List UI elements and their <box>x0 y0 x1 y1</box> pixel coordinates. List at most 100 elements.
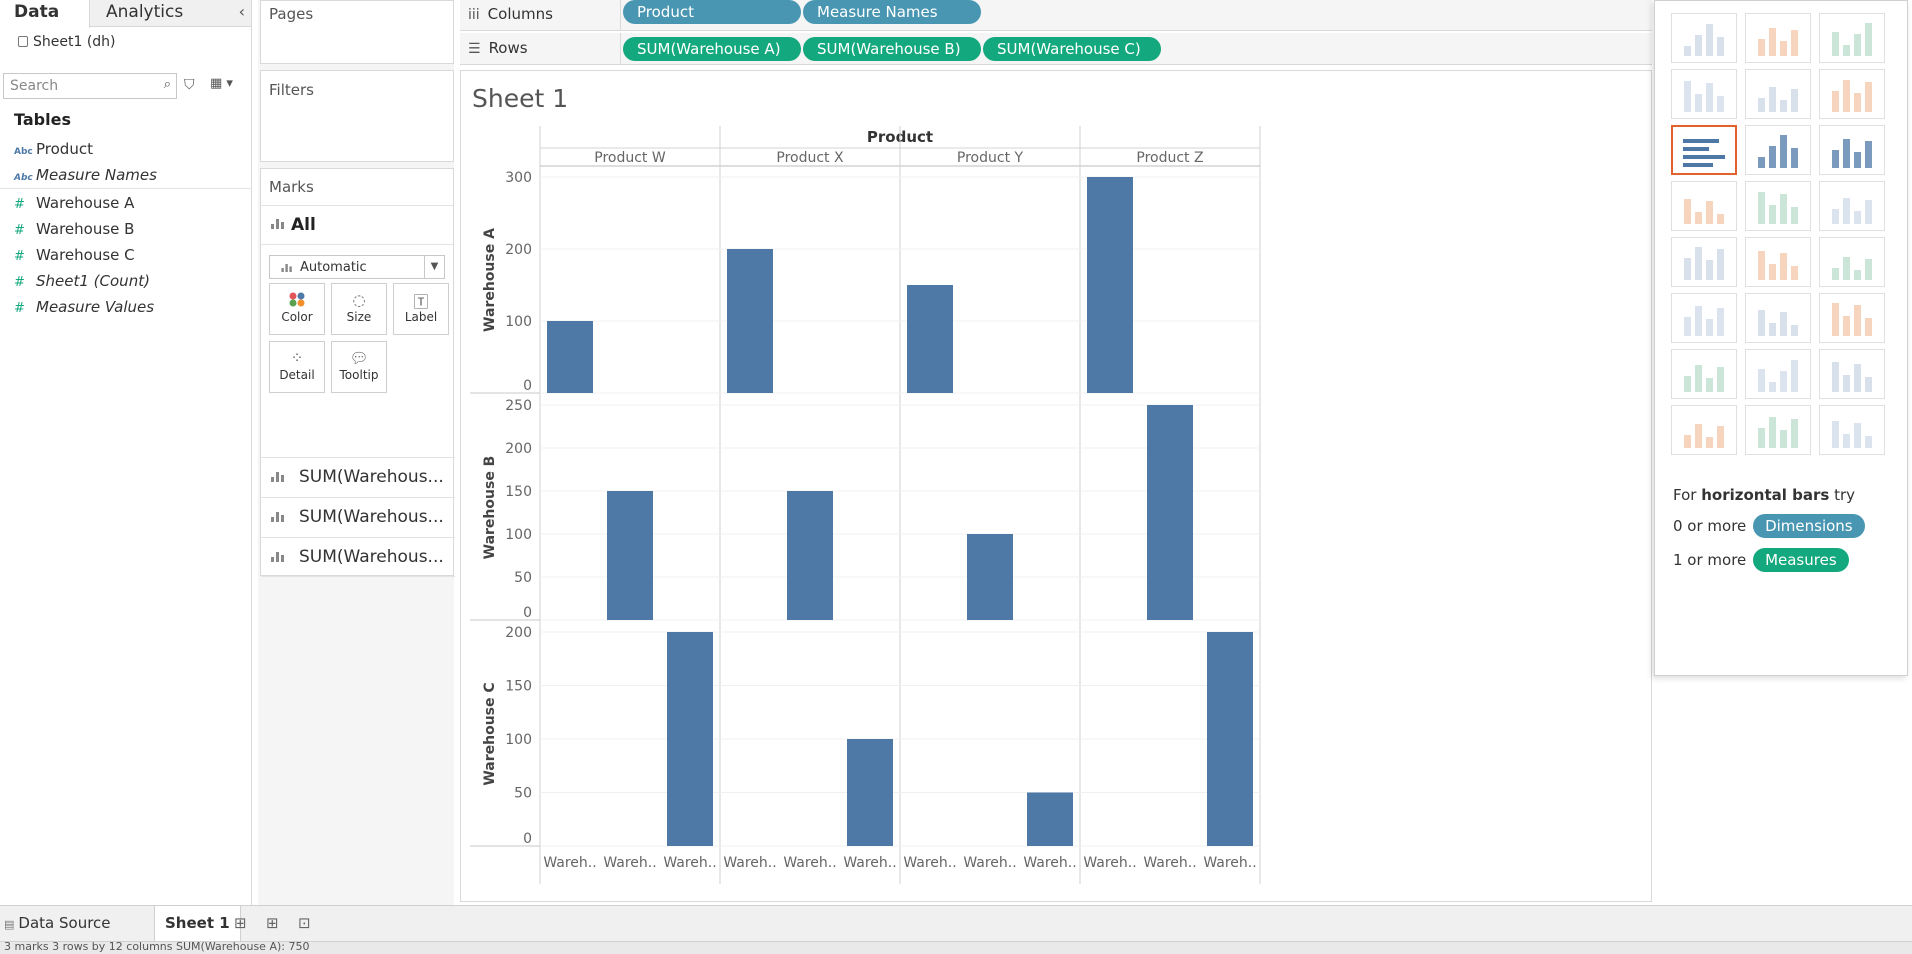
tooltip-icon: 💬︎ <box>349 349 369 367</box>
pill-product[interactable]: Product <box>623 0 801 24</box>
tab-analytics[interactable]: Analytics <box>92 0 197 27</box>
dimensions-requirement: 0 or more Dimensions <box>1673 514 1865 538</box>
field-item[interactable]: Abc Measure Names <box>14 164 157 186</box>
marks-all-label: All <box>291 215 316 235</box>
chart-type-thumbnail[interactable] <box>1819 293 1885 343</box>
chart-type-thumbnail[interactable] <box>1745 69 1811 119</box>
mark-type-dropdown[interactable]: Automatic ▼ <box>269 255 445 279</box>
chart-type-thumbnail[interactable] <box>1671 405 1737 455</box>
chart-type-icon <box>1832 23 1872 56</box>
field-item[interactable]: # Warehouse A <box>14 192 134 214</box>
chart-type-thumbnail[interactable] <box>1671 69 1737 119</box>
pill-sum-warehouse-b[interactable]: SUM(Warehouse B) <box>803 37 981 61</box>
chart-type-thumbnail[interactable] <box>1671 125 1737 175</box>
dimension-type-icon: Abc <box>14 173 33 183</box>
chart-type-icon <box>1684 306 1724 336</box>
measure-type-icon: # <box>14 301 25 316</box>
field-name: Measure Values <box>36 298 155 316</box>
search-input[interactable]: Search ⌕ <box>3 73 177 99</box>
columns-shelf[interactable]: iii Columns Product Measure Names <box>460 0 1652 31</box>
chart-type-thumbnail[interactable] <box>1819 349 1885 399</box>
chart-type-icon <box>1684 199 1724 224</box>
chevron-down-icon: ▼ <box>424 256 444 278</box>
chart-type-thumbnail[interactable] <box>1745 293 1811 343</box>
dimensions-pill: Dimensions <box>1753 514 1865 538</box>
chart-type-icon <box>1758 310 1798 336</box>
chart-type-icon <box>1683 139 1725 167</box>
measure-type-icon: # <box>14 275 25 290</box>
label-label: Label <box>404 310 438 324</box>
chart-type-icon <box>1684 81 1724 112</box>
new-dashboard-icon[interactable]: ⊞ <box>266 906 279 941</box>
rows-icon: ☰ <box>468 41 481 57</box>
size-button[interactable]: ◌ Size <box>331 283 387 335</box>
tab-data[interactable]: Data <box>0 0 90 28</box>
data-source-tab[interactable]: ▤ Data Source <box>4 906 111 941</box>
filter-icon[interactable]: ⛉ <box>184 77 195 93</box>
chart-type-thumbnail[interactable] <box>1745 13 1811 63</box>
measure-pill-warehouse-a[interactable]: SUM(Warehous... <box>261 457 455 497</box>
chart-type-thumbnail[interactable] <box>1745 405 1811 455</box>
shelf-divider <box>620 33 621 64</box>
chart-type-thumbnail[interactable] <box>1745 181 1811 231</box>
marks-all-tab[interactable]: All <box>261 205 453 245</box>
chart-type-thumbnail[interactable] <box>1819 181 1885 231</box>
label-button[interactable]: 🅃 Label <box>393 283 449 335</box>
chart-type-icon <box>1758 87 1798 112</box>
field-item[interactable]: # Measure Values <box>14 296 154 318</box>
pill-sum-warehouse-a[interactable]: SUM(Warehouse A) <box>623 37 801 61</box>
tooltip-label: Tooltip <box>339 368 379 382</box>
sheet-title[interactable]: Sheet 1 <box>472 84 568 113</box>
pages-card-title: Pages <box>269 5 314 23</box>
detail-label: Detail <box>279 368 315 382</box>
color-label: Color <box>281 310 313 324</box>
field-item[interactable]: # Warehouse C <box>14 244 135 266</box>
measure-pill-warehouse-c[interactable]: SUM(Warehous... <box>261 537 455 577</box>
sheet-tab[interactable]: Sheet 1 <box>154 906 241 941</box>
measure-pill-label: SUM(Warehous... <box>299 467 444 487</box>
chart-type-thumbnail[interactable] <box>1819 237 1885 287</box>
new-worksheet-icon[interactable]: ⊞ <box>234 906 247 941</box>
chart-type-thumbnail[interactable] <box>1671 349 1737 399</box>
pill-measure-names[interactable]: Measure Names <box>803 0 981 24</box>
sheet-canvas[interactable] <box>460 70 1652 902</box>
chart-type-thumbnail[interactable] <box>1745 237 1811 287</box>
new-story-icon[interactable]: ⊡ <box>298 906 311 941</box>
chart-type-thumbnail[interactable] <box>1671 13 1737 63</box>
measure-pill-warehouse-b[interactable]: SUM(Warehous... <box>261 497 455 537</box>
data-source-item[interactable]: Sheet1 (dh) <box>18 34 116 50</box>
chart-type-thumbnail[interactable] <box>1819 405 1885 455</box>
tooltip-button[interactable]: 💬︎ Tooltip <box>331 341 387 393</box>
chart-type-thumbnail[interactable] <box>1671 181 1737 231</box>
chart-type-thumbnail[interactable] <box>1671 293 1737 343</box>
chart-type-thumbnail[interactable] <box>1745 125 1811 175</box>
detail-icon: ⁘ <box>290 349 304 367</box>
cards-column: Pages Filters Marks All Automatic ▼ Colo… <box>258 0 455 905</box>
color-button[interactable]: Color <box>269 283 325 335</box>
hint-prefix: For <box>1673 486 1697 504</box>
measures-requirement: 1 or more Measures <box>1673 548 1849 572</box>
search-row: Search ⌕ ⛉ ▦ ▾ <box>3 73 247 101</box>
rows-shelf[interactable]: ☰ Rows SUM(Warehouse A) SUM(Warehouse B) … <box>460 33 1652 65</box>
chart-type-thumbnail[interactable] <box>1745 349 1811 399</box>
size-icon: ◌ <box>352 291 366 309</box>
chart-type-thumbnail[interactable] <box>1819 69 1885 119</box>
field-name: Warehouse A <box>36 194 135 212</box>
view-options-icon[interactable]: ▦ ▾ <box>210 76 233 91</box>
field-item[interactable]: # Sheet1 (Count) <box>14 270 150 292</box>
chart-type-thumbnail[interactable] <box>1671 237 1737 287</box>
field-item[interactable]: # Warehouse B <box>14 218 134 240</box>
database-icon <box>18 36 28 47</box>
filters-card[interactable]: Filters <box>260 70 454 162</box>
measure-type-icon: # <box>14 223 25 238</box>
field-item[interactable]: Abc Product <box>14 138 93 160</box>
chart-type-thumbnail[interactable] <box>1819 13 1885 63</box>
color-icon <box>270 284 324 310</box>
collapse-pane-icon[interactable]: ‹ <box>239 2 245 21</box>
columns-shelf-label: iii Columns <box>468 5 553 23</box>
detail-button[interactable]: ⁘ Detail <box>269 341 325 393</box>
pages-card[interactable]: Pages <box>260 0 454 64</box>
chart-type-thumbnail[interactable] <box>1819 125 1885 175</box>
pill-sum-warehouse-c[interactable]: SUM(Warehouse C) <box>983 37 1161 61</box>
chart-type-icon <box>1758 28 1798 56</box>
